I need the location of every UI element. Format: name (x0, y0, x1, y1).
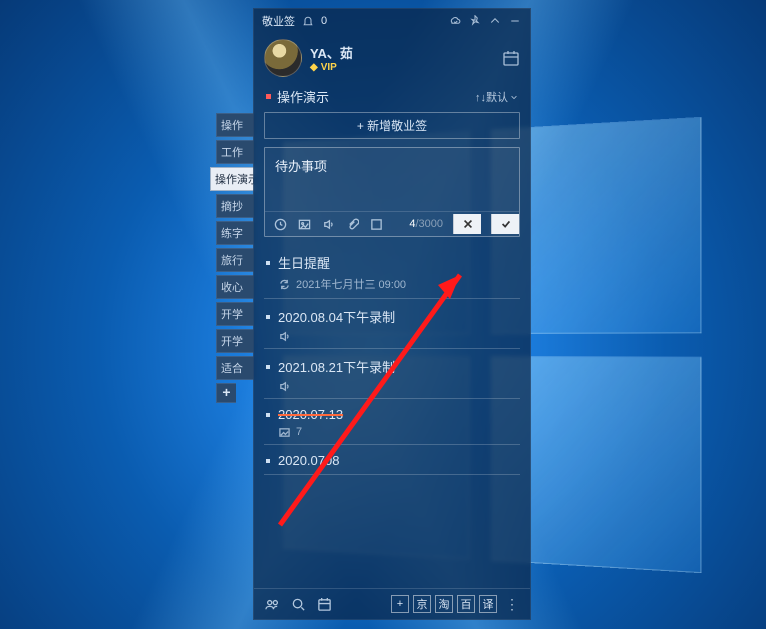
chevron-up-icon[interactable] (488, 14, 502, 28)
list-item[interactable]: 2020.0708 (264, 445, 520, 475)
app-window: 敬业签 0 YA、茹 ◆ VIP (253, 8, 531, 620)
vip-badge: ◆ VIP (310, 62, 353, 73)
pin-icon[interactable] (468, 14, 482, 28)
note-textarea[interactable] (265, 148, 519, 206)
sort-dropdown[interactable]: ↑↓默认 (475, 89, 518, 105)
bullet-icon (266, 413, 270, 417)
app-name: 敬业签 (262, 13, 295, 29)
profile-row: YA、茹 ◆ VIP (254, 33, 530, 85)
bell-icon[interactable] (301, 14, 315, 28)
side-tab-active[interactable]: 操作演示 (210, 167, 254, 191)
list-item[interactable]: 2020.08.04下午录制 (264, 299, 520, 349)
add-note-button[interactable]: + 新增敬业签 (264, 112, 520, 139)
more-menu-icon[interactable]: ⋮ (505, 596, 520, 613)
speaker-icon (278, 380, 290, 392)
bottom-bar: + 京 淘 百 译 ⋮ (254, 588, 530, 619)
section-title: 操作演示 (277, 87, 329, 106)
side-tab[interactable]: 旅行 (216, 248, 254, 272)
avatar[interactable] (264, 39, 302, 77)
minimize-icon[interactable] (508, 14, 522, 28)
contacts-icon[interactable] (264, 596, 280, 612)
bullet-icon (266, 261, 270, 265)
side-tab[interactable]: 开学 (216, 329, 254, 353)
cloud-sync-icon[interactable] (448, 14, 462, 28)
attachment-icon[interactable] (345, 217, 359, 231)
note-title: 2021.08.21下午录制 (278, 357, 395, 376)
side-tab-add[interactable]: + (216, 383, 236, 403)
note-editor: 4/3000 (264, 147, 520, 237)
shortcut-baidu[interactable]: 百 (457, 595, 475, 613)
side-tab-strip: 操作 工作 操作演示 摘抄 练字 旅行 收心 开学 开学 适合 + (216, 113, 254, 403)
notification-count: 0 (321, 15, 327, 27)
checkbox-icon[interactable] (369, 217, 383, 231)
image-icon (278, 426, 290, 438)
clock-icon[interactable] (273, 217, 287, 231)
bullet-icon (266, 459, 270, 463)
note-title: 2020.07.13 (278, 407, 343, 422)
side-tab[interactable]: 摘抄 (216, 194, 254, 218)
note-reminder: 2021年七月廿三 09:00 (296, 276, 406, 292)
titlebar: 敬业签 0 (254, 9, 530, 33)
note-title: 生日提醒 (278, 253, 330, 272)
image-count: 7 (296, 426, 302, 438)
side-tab[interactable]: 适合 (216, 356, 254, 380)
side-tab[interactable]: 练字 (216, 221, 254, 245)
cancel-button[interactable] (453, 214, 481, 234)
side-tab[interactable]: 操作 (216, 113, 254, 137)
calendar-small-icon[interactable] (316, 596, 332, 612)
list-item[interactable]: 生日提醒 2021年七月廿三 09:00 (264, 245, 520, 299)
shortcut-translate[interactable]: 译 (479, 595, 497, 613)
bullet-icon (266, 315, 270, 319)
speaker-icon (278, 330, 290, 342)
image-icon[interactable] (297, 217, 311, 231)
diamond-icon: ◆ (310, 62, 318, 73)
search-icon[interactable] (290, 596, 306, 612)
repeat-icon (278, 278, 290, 290)
audio-icon[interactable] (321, 217, 335, 231)
username: YA、茹 (310, 43, 353, 62)
note-list: 生日提醒 2021年七月廿三 09:00 2020.08.04下午录制 2021… (254, 245, 530, 588)
side-tab[interactable]: 收心 (216, 275, 254, 299)
side-tab[interactable]: 开学 (216, 302, 254, 326)
confirm-button[interactable] (491, 214, 519, 234)
bullet-icon (266, 365, 270, 369)
list-item[interactable]: 2021.08.21下午录制 (264, 349, 520, 399)
plus-shortcut[interactable]: + (391, 595, 409, 613)
section-header: 操作演示 ↑↓默认 (254, 85, 530, 112)
section-dot-icon (266, 94, 271, 99)
shortcut-taobao[interactable]: 淘 (435, 595, 453, 613)
side-tab[interactable]: 工作 (216, 140, 254, 164)
calendar-icon[interactable] (502, 49, 520, 67)
note-title: 2020.0708 (278, 453, 339, 468)
char-counter: 4/3000 (409, 218, 443, 230)
editor-toolbar: 4/3000 (265, 211, 519, 236)
note-title: 2020.08.04下午录制 (278, 307, 395, 326)
shortcut-jd[interactable]: 京 (413, 595, 431, 613)
list-item[interactable]: 2020.07.13 7 (264, 399, 520, 445)
